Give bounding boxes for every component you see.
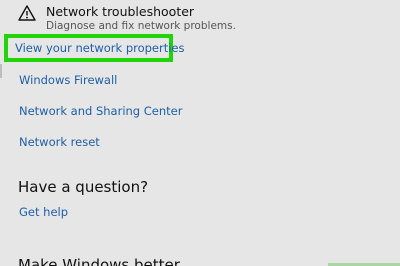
view-network-properties-link[interactable]: View your network properties xyxy=(15,41,185,55)
troubleshooter-description: Diagnose and fix network problems. xyxy=(46,20,236,32)
troubleshooter-title: Network troubleshooter xyxy=(46,4,195,19)
left-edge-divider xyxy=(0,64,2,78)
make-windows-better-heading: Make Windows better xyxy=(18,256,180,266)
network-troubleshooter-item[interactable]: Network troubleshooter Diagnose and fix … xyxy=(18,3,318,33)
network-sharing-center-link[interactable]: Network and Sharing Center xyxy=(19,104,182,118)
get-help-link[interactable]: Get help xyxy=(19,205,68,219)
windows-firewall-link[interactable]: Windows Firewall xyxy=(19,73,117,87)
warning-triangle-icon xyxy=(18,5,36,21)
network-settings-page: Network troubleshooter Diagnose and fix … xyxy=(0,0,400,266)
question-heading: Have a question? xyxy=(18,178,149,196)
network-reset-link[interactable]: Network reset xyxy=(19,135,100,149)
